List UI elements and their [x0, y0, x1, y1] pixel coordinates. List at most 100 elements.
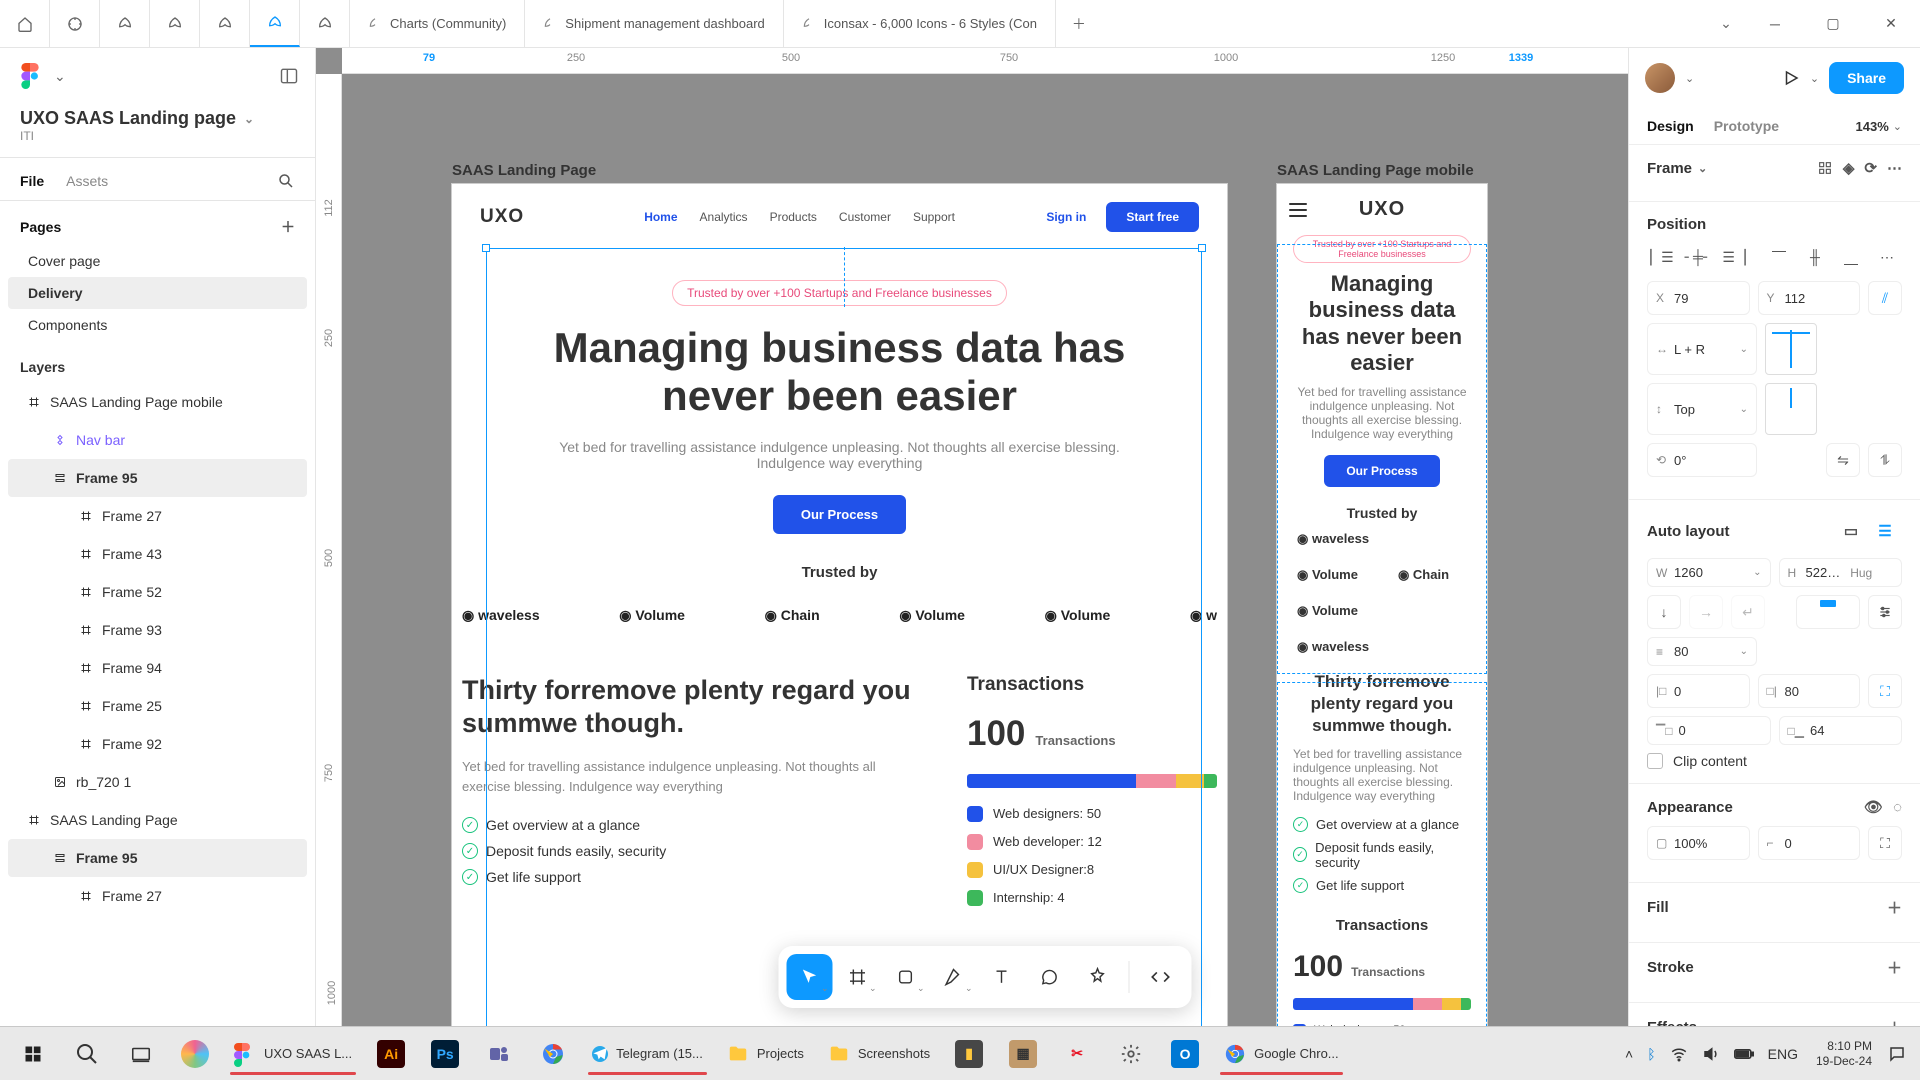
move-tool[interactable]: ⌄ — [787, 954, 833, 1000]
artboard-label-desktop[interactable]: SAAS Landing Page — [452, 162, 596, 179]
dev-mode-toggle[interactable] — [1138, 954, 1184, 1000]
file-tab[interactable]: File — [20, 173, 44, 189]
frame-label[interactable]: Frame — [1647, 160, 1692, 177]
zoom-display[interactable]: 143% — [1856, 119, 1889, 134]
artboard-label-mobile[interactable]: SAAS Landing Page mobile — [1277, 162, 1474, 179]
layer-item[interactable]: SAAS Landing Page mobile — [8, 383, 307, 421]
design-tab[interactable]: Design — [1647, 118, 1694, 134]
align-left-icon[interactable]: ▏☰ — [1647, 243, 1677, 271]
bluetooth-icon[interactable]: ᛒ — [1647, 1046, 1655, 1062]
grid-icon[interactable] — [1817, 160, 1833, 176]
padding-b-field[interactable]: □▁64 — [1779, 716, 1903, 745]
panel-toggle-icon[interactable] — [279, 66, 299, 86]
align-more-icon[interactable]: ⋯ — [1872, 243, 1902, 271]
artboard-mobile[interactable]: UXO Trusted by over +100 Startups and Fr… — [1277, 184, 1487, 1026]
layer-item[interactable]: Nav bar — [8, 421, 307, 459]
search-icon[interactable] — [277, 172, 295, 190]
taskbar-chrome-2[interactable]: Google Chro... — [1212, 1031, 1351, 1077]
add-effect-icon[interactable]: ＋ — [1887, 1017, 1902, 1026]
new-tab-button[interactable]: ＋ — [1056, 0, 1102, 47]
layer-item[interactable]: Frame 27 — [8, 497, 307, 535]
taskbar-search[interactable] — [60, 1031, 114, 1077]
width-field[interactable]: W1260⌄ — [1647, 558, 1771, 587]
page-item[interactable]: Cover page — [8, 245, 307, 277]
volume-icon[interactable] — [1702, 1045, 1720, 1063]
present-icon[interactable] — [1782, 69, 1800, 87]
constraint-v-dropdown[interactable]: ↕Top⌄ — [1647, 383, 1757, 435]
absolute-position-icon[interactable]: ⫽ — [1868, 281, 1902, 315]
layer-item[interactable]: Frame 92 — [8, 725, 307, 763]
leaf-tab-3[interactable] — [200, 0, 250, 47]
window-minimize[interactable]: ─ — [1746, 0, 1804, 47]
taskbar-illustrator[interactable]: Ai — [364, 1031, 418, 1077]
constraint-h-dropdown[interactable]: ↔L + R⌄ — [1647, 323, 1757, 375]
height-field[interactable]: H522…Hug — [1779, 558, 1903, 587]
start-button[interactable] — [6, 1031, 60, 1077]
visibility-icon[interactable]: 👁 — [1864, 798, 1883, 816]
frame-tool[interactable]: ⌄ — [835, 954, 881, 1000]
gap-field[interactable]: ≡80⌄ — [1647, 637, 1757, 666]
flip-v-icon[interactable]: ⥮ — [1868, 443, 1902, 477]
align-hcenter-icon[interactable]: ╴╪╴ — [1683, 243, 1713, 271]
prototype-tab[interactable]: Prototype — [1714, 118, 1779, 134]
window-maximize[interactable]: ▢ — [1804, 0, 1862, 47]
flip-h-icon[interactable]: ⇋ — [1826, 443, 1860, 477]
leaf-tab-5[interactable] — [300, 0, 350, 47]
page-item[interactable]: Delivery — [8, 277, 307, 309]
document-tab-0[interactable]: Charts (Community) — [350, 0, 525, 47]
battery-icon[interactable] — [1734, 1047, 1754, 1061]
align-right-icon[interactable]: ☰▕ — [1719, 243, 1749, 271]
padding-h-field[interactable]: |□0 — [1647, 674, 1750, 708]
autolayout-adv-icon[interactable] — [1868, 595, 1902, 629]
layer-item[interactable]: Frame 95 — [8, 839, 307, 877]
autolayout-remove-icon[interactable]: ▭ — [1844, 522, 1858, 540]
taskbar-folder-screenshots[interactable]: Screenshots — [816, 1031, 942, 1077]
leaf-tab-2[interactable] — [150, 0, 200, 47]
taskbar-snip[interactable]: ✂ — [1050, 1031, 1104, 1077]
direction-down-icon[interactable]: ↓ — [1647, 595, 1681, 629]
figma-logo-icon[interactable] — [16, 62, 44, 90]
autolayout-settings-icon[interactable]: ☰ — [1868, 514, 1902, 548]
layer-item[interactable]: Frame 43 — [8, 535, 307, 573]
tray-up-icon[interactable]: ˄ — [1625, 1046, 1633, 1062]
document-tab-1[interactable]: Shipment management dashboard — [525, 0, 783, 47]
leaf-tab-active[interactable] — [250, 0, 300, 47]
taskbar-figma[interactable]: UXO SAAS L... — [222, 1031, 364, 1077]
layer-item[interactable]: Frame 25 — [8, 687, 307, 725]
wifi-icon[interactable] — [1670, 1045, 1688, 1063]
padding-link-icon[interactable]: ⛶ — [1868, 674, 1902, 708]
taskbar-photoshop[interactable]: Ps — [418, 1031, 472, 1077]
system-tray[interactable]: ˄ ᛒ ENG — [1615, 1045, 1808, 1063]
layer-item[interactable]: Frame 52 — [8, 573, 307, 611]
leaf-tab-1[interactable] — [100, 0, 150, 47]
main-menu-chevron-icon[interactable]: ⌄ — [54, 68, 66, 85]
taskbar-chrome[interactable] — [526, 1031, 580, 1077]
constraint-box[interactable] — [1765, 323, 1817, 375]
project-name[interactable]: UXO SAAS Landing page⌄ — [0, 104, 315, 129]
taskbar-clock[interactable]: 8:10 PM19-Dec-24 — [1808, 1039, 1880, 1068]
layer-item[interactable]: SAAS Landing Page — [8, 801, 307, 839]
rotation-field[interactable]: ⟲0° — [1647, 443, 1757, 477]
radius-expand-icon[interactable]: ⛶ — [1868, 826, 1902, 860]
layer-item[interactable]: Frame 27 — [8, 877, 307, 915]
layer-item[interactable]: rb_720 1 — [8, 763, 307, 801]
layer-item[interactable]: Frame 93 — [8, 611, 307, 649]
task-view[interactable] — [114, 1031, 168, 1077]
document-tab-2[interactable]: Iconsax - 6,000 Icons - 6 Styles (Con — [784, 0, 1056, 47]
align-vcenter-icon[interactable]: ╫ — [1800, 243, 1830, 271]
taskbar-teams[interactable] — [472, 1031, 526, 1077]
taskbar-telegram[interactable]: Telegram (15... — [580, 1031, 715, 1077]
artboard-desktop[interactable]: UXO HomeAnalyticsProductsCustomerSupport… — [452, 184, 1227, 1026]
comment-tool[interactable] — [1027, 954, 1073, 1000]
direction-right-icon[interactable]: → — [1689, 595, 1723, 629]
copilot-icon[interactable] — [168, 1031, 222, 1077]
radius-field[interactable]: ⌐0 — [1758, 826, 1861, 860]
clip-checkbox[interactable] — [1647, 753, 1663, 769]
taskbar-folder-projects[interactable]: Projects — [715, 1031, 816, 1077]
direction-wrap-icon[interactable]: ↵ — [1731, 595, 1765, 629]
more-icon[interactable]: ⋯ — [1887, 159, 1902, 177]
opacity-field[interactable]: ▢100% — [1647, 826, 1750, 860]
padding-r-field[interactable]: □|80 — [1758, 674, 1861, 708]
align-top-icon[interactable]: ⎺ — [1764, 243, 1794, 271]
y-field[interactable]: Y112 — [1758, 281, 1861, 315]
